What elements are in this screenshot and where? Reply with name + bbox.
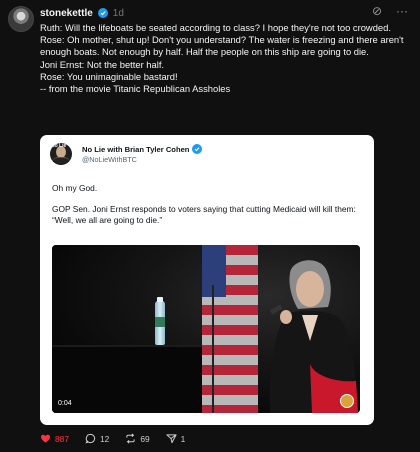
embedded-post[interactable]: No Lie No Lie with Brian Tyler Cohen @No… [40,135,374,425]
post-line: Rose: You unimaginable bastard! [40,70,178,82]
video-player[interactable]: 0:04 [52,245,360,413]
post-line: -- from the movie Titanic Republican Ass… [40,83,231,95]
bottle-label [155,317,165,327]
repost-button[interactable]: 69 [125,433,150,444]
top-icons: ⊘ ··· [372,4,408,18]
verified-icon [192,144,203,154]
reply-count: 12 [99,433,110,444]
action-bar: 887 12 69 1 [40,433,201,444]
post-line: Joni Ernst: Not the better half. [40,58,165,70]
like-button[interactable]: 887 [40,433,69,444]
embed-avatar[interactable]: No Lie [50,143,72,165]
embed-handle[interactable]: @NoLieWithBTC [82,155,137,164]
repost-icon [126,433,135,444]
embed-name[interactable]: No Lie with Brian Tyler Cohen [82,144,203,154]
post-line: Ruth: Will the lifeboats be seated accor… [40,22,391,33]
water-bottle [155,297,165,345]
send-icon [166,434,177,444]
post-body: Ruth: Will the lifeboats be seated accor… [40,22,410,95]
heart-icon [40,434,51,443]
share-count: 1 [180,433,186,444]
embed-text-line: GOP Sen. Joni Ernst responds to voters s… [52,203,356,226]
comment-icon [85,433,96,444]
bottle-cap [157,297,163,302]
embed-text: Oh my God. GOP Sen. Joni Ernst responds … [52,183,366,236]
avatar[interactable] [8,6,34,32]
post-header: stonekettle 1d [40,5,124,21]
translate-icon[interactable]: ⊘ [372,4,382,18]
share-button[interactable]: 1 [166,433,186,444]
username[interactable]: stonekettle [40,8,93,19]
like-count: 887 [55,433,69,444]
mic-stand [212,285,214,413]
post-time[interactable]: 1d [113,8,124,19]
post-line: Rose: Oh mother, shut up! Don't you unde… [40,34,407,58]
embed-name-text: No Lie with Brian Tyler Cohen [82,144,190,154]
flag-icon [202,245,258,413]
stage-table [52,345,202,413]
post: stonekettle 1d ⊘ ··· Ruth: Will the life… [0,0,420,452]
verified-icon [97,8,108,18]
speaker-figure [269,260,358,413]
reply-button[interactable]: 12 [85,433,109,444]
video-watermark-icon [340,394,354,408]
embed-avatar-suit [52,157,70,165]
embed-text-line: Oh my God. [52,183,98,193]
video-timestamp: 0:04 [58,400,72,407]
more-options-icon[interactable]: ··· [396,4,408,18]
embed-avatar-tag: No Lie [51,143,67,149]
repost-count: 69 [140,433,150,444]
